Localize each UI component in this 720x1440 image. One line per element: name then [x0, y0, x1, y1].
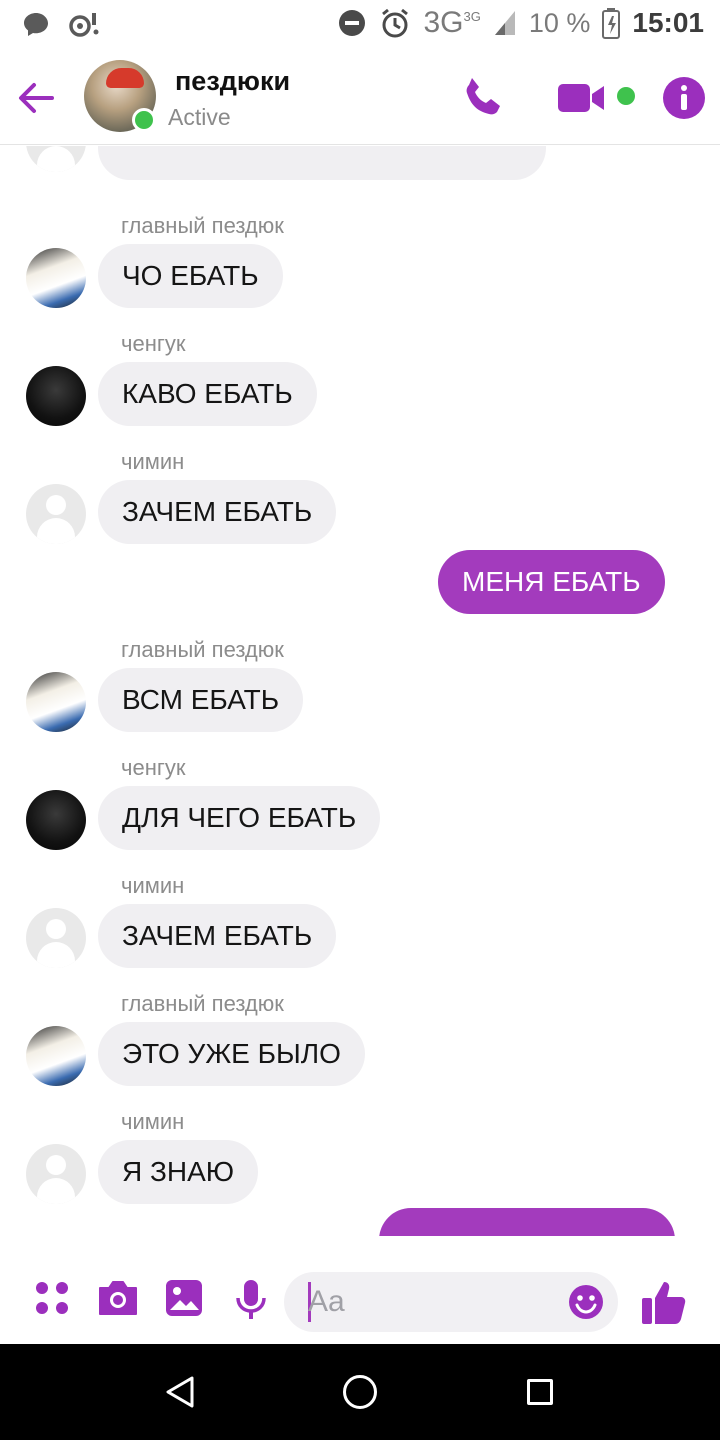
status-bar: 3G3G 10 % 15:01 [0, 0, 720, 50]
message-input[interactable] [308, 1280, 558, 1324]
message-bubble[interactable]: ЗАЧЕМ ЕБАТЬ [98, 904, 337, 968]
like-icon[interactable] [640, 1278, 690, 1326]
sender-name: чимин [121, 1109, 185, 1134]
home-icon[interactable] [343, 1375, 377, 1409]
system-indicators: 3G3G 10 % 15:01 [337, 6, 704, 40]
chat-title[interactable]: пездюки [175, 66, 290, 97]
sender-name: чимин [121, 449, 185, 474]
avatar-glavny-pezduk[interactable] [26, 1026, 86, 1086]
sender-name: главный пездюк [121, 213, 284, 238]
dnd-icon [339, 10, 366, 36]
message-bubble[interactable]: ЗАЧЕМ ЕБАТЬ [98, 480, 337, 544]
signal-icon [494, 11, 515, 35]
message-bubble[interactable]: Я ЗНАЮ [98, 1140, 259, 1204]
info-icon[interactable] [663, 77, 705, 119]
battery-icon [602, 8, 621, 39]
avatar-chimin[interactable] [26, 908, 86, 968]
message-bubble[interactable]: ДЛЯ ЧЕГО ЕБАТЬ [98, 786, 381, 850]
media-icon [69, 13, 99, 37]
avatar-chenguk[interactable] [26, 366, 86, 426]
back-icon[interactable] [162, 1374, 198, 1410]
video-call-icon[interactable] [556, 78, 606, 118]
avatar-chimin[interactable] [26, 1144, 86, 1204]
recents-icon[interactable] [527, 1379, 553, 1405]
battery-percent: 10 % [528, 7, 591, 38]
chat-header: пездюки Active [0, 50, 720, 145]
avatar-chimin[interactable] [26, 484, 86, 544]
message-bubble[interactable]: ВСМ ЕБАТЬ [98, 668, 304, 732]
chat-bubble-icon [24, 13, 48, 36]
message-input-pill[interactable] [284, 1272, 618, 1332]
camera-icon[interactable] [96, 1278, 140, 1318]
sender-name: главный пездюк [121, 991, 284, 1016]
online-indicator [132, 108, 156, 132]
video-active-dot [617, 87, 635, 105]
message-bubble[interactable]: ЭТО УЖЕ БЫЛО [98, 1022, 365, 1086]
messenger-chat-screen: 3G3G 10 % 15:01 пездюки Active главный п… [0, 0, 720, 1440]
sender-name: главный пездюк [121, 637, 284, 662]
clock: 15:01 [632, 7, 704, 38]
message-composer [0, 1260, 720, 1344]
avatar-chenguk[interactable] [26, 790, 86, 850]
network-type: 3G3G [423, 6, 481, 39]
gallery-icon[interactable] [164, 1278, 204, 1318]
phone-call-icon[interactable] [462, 74, 508, 120]
emoji-icon[interactable] [568, 1284, 604, 1320]
avatar-glavny-pezduk[interactable] [26, 248, 86, 308]
alarm-icon [382, 8, 409, 38]
sender-name: чимин [121, 873, 185, 898]
message-list[interactable]: главный пездюк ЧО ЕБАТЬ ченгук КАВО ЕБАТ… [0, 146, 720, 1236]
message-bubble-partial [98, 146, 546, 180]
my-message-bubble[interactable]: МЕНЯ ЕБАТЬ [438, 550, 665, 614]
mic-icon[interactable] [233, 1278, 269, 1322]
avatar-partial [26, 146, 86, 172]
sender-name: ченгук [121, 331, 186, 356]
back-arrow-icon[interactable] [16, 78, 56, 118]
my-message-bubble-partial [379, 1208, 675, 1236]
message-bubble[interactable]: ЧО ЕБАТЬ [98, 244, 283, 308]
avatar-glavny-pezduk[interactable] [26, 672, 86, 732]
message-bubble[interactable]: КАВО ЕБАТЬ [98, 362, 317, 426]
apps-icon[interactable] [32, 1278, 72, 1318]
notification-icons [22, 10, 102, 38]
system-navigation-bar [0, 1344, 720, 1440]
sender-name: ченгук [121, 755, 186, 780]
active-status: Active [168, 104, 231, 130]
